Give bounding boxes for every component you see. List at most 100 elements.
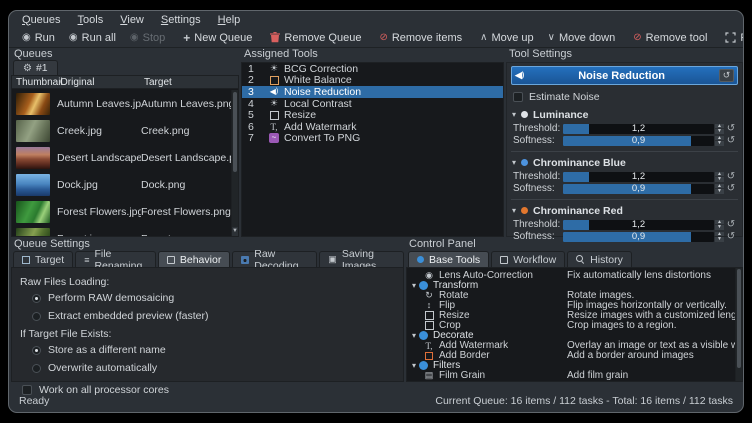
tree-item-lens-auto-correction[interactable]: ◉ Lens Auto-Correction Fix automatically… (409, 270, 742, 280)
tree-item-resize[interactable]: Resize Resize images with a customized l… (409, 310, 742, 320)
tree-item-flip[interactable]: ↕ Flip Flip images horizontally or verti… (409, 300, 742, 310)
reset-tool-button[interactable]: ↺ (719, 69, 734, 82)
radio-overwrite-automatically[interactable]: Overwrite automatically (32, 362, 395, 374)
spinbox-arrows[interactable]: ▲▼ (715, 220, 724, 230)
table-row[interactable]: Desert Landscape.jpg Desert Landscape.pn… (12, 144, 231, 171)
tab-target[interactable]: Target (13, 251, 73, 267)
reset-icon[interactable]: ↺ (724, 135, 738, 146)
status-ready: Ready (19, 395, 49, 407)
table-row[interactable]: Creek.jpg Creek.png (12, 117, 231, 144)
menu-queues[interactable]: Queues (22, 14, 61, 26)
tree-item-rotate[interactable]: ↻ Rotate Rotate images. (409, 290, 742, 300)
reset-icon[interactable]: ↺ (724, 171, 738, 182)
tab-behavior-selected[interactable]: Behavior (158, 251, 230, 267)
tab-base-tools-selected[interactable]: Base Tools (408, 251, 489, 267)
tool-label: BCG Correction (284, 63, 358, 75)
remove-items-button[interactable]: ⊘ Remove items (372, 29, 469, 47)
softness-label: Softness: (511, 135, 563, 146)
spinbox-arrows[interactable]: ▲▼ (715, 136, 724, 146)
tree-item-film-grain[interactable]: ▤ Film Grain Add film grain (409, 371, 742, 381)
watermark-icon: T, (423, 341, 435, 351)
threshold-slider[interactable]: 1,2 (563, 172, 714, 182)
noise-reduction-header: ◀ Noise Reduction ↺ (511, 66, 738, 85)
scrollbar-thumb[interactable] (233, 92, 237, 172)
tool-item-resize[interactable]: 5 Resize (242, 109, 503, 121)
spinbox-arrows[interactable]: ▲▼ (715, 184, 724, 194)
spinbox-arrows[interactable]: ▲▼ (715, 124, 724, 134)
radio-perform-raw-demosaicing[interactable]: Perform RAW demosaicing (32, 292, 395, 304)
table-row[interactable]: Forest Flowers.jpg Forest Flowers.png (12, 198, 231, 225)
menubar: Queues Tools View Settings Help (9, 11, 743, 28)
radio-extract-embedded-preview[interactable]: Extract embedded preview (faster) (32, 310, 395, 322)
tab-file-renaming[interactable]: ≡ File Renaming (75, 251, 156, 267)
tree-item-crop[interactable]: Crop Crop images to a region. (409, 320, 742, 330)
queue-tab-1[interactable]: ⚙ #1 (13, 60, 58, 75)
col-thumbnail[interactable]: Thumbnail (12, 77, 60, 88)
tab-saving-images[interactable]: ▣ Saving Images (319, 251, 404, 267)
chrominance-blue-section-header[interactable]: ▾ Chrominance Blue (512, 156, 738, 169)
tool-item-bcg-correction[interactable]: 1 ☀ BCG Correction (242, 63, 503, 75)
expander-icon[interactable]: ▾ (409, 331, 419, 340)
threshold-slider[interactable]: 1,2 (563, 124, 714, 134)
luminance-section-header[interactable]: ▾ Luminance (512, 108, 738, 121)
reset-icon[interactable]: ↺ (724, 123, 738, 134)
tool-index: 6 (248, 121, 264, 133)
expander-icon[interactable]: ▾ (409, 361, 419, 370)
run-all-button[interactable]: ◉ Run all (62, 29, 123, 47)
threshold-value: 1,2 (563, 124, 714, 134)
run-button[interactable]: ◉ Run (15, 29, 62, 47)
threshold-value: 1,2 (563, 220, 714, 230)
move-down-button[interactable]: ∨ Move down (541, 29, 623, 47)
reset-icon[interactable]: ↺ (724, 183, 738, 194)
tree-item-add-watermark[interactable]: T, Add Watermark Overlay an image or tex… (409, 341, 742, 351)
stop-button[interactable]: ◉ Stop (123, 29, 172, 47)
scrollbar-thumb[interactable] (737, 269, 741, 368)
spinbox-arrows[interactable]: ▲▼ (715, 172, 724, 182)
tool-item-add-watermark[interactable]: 6 T, Add Watermark (242, 121, 503, 133)
table-row[interactable]: Forest.jpg Forest.png (12, 225, 231, 236)
reset-icon[interactable]: ↺ (724, 219, 738, 230)
chrominance-red-section-header[interactable]: ▾ Chrominance Red (512, 204, 738, 217)
menu-help[interactable]: Help (218, 14, 241, 26)
menu-view[interactable]: View (120, 14, 144, 26)
menu-settings[interactable]: Settings (161, 14, 201, 26)
spin-down-icon: ▼ (715, 141, 724, 146)
tree-group-filters[interactable]: ▾ Filters (409, 361, 742, 371)
softness-value: 0,9 (563, 136, 714, 146)
tab-raw-decoding[interactable]: Raw Decoding (232, 251, 317, 267)
tree-group-transform[interactable]: ▾ Transform (409, 280, 742, 290)
tool-item-local-contrast[interactable]: 4 ☀ Local Contrast (242, 98, 503, 110)
move-up-button[interactable]: ∧ Move up (473, 29, 541, 47)
tree-item-add-border[interactable]: Add Border Add a border around images (409, 351, 742, 361)
radio-store-as-different-name[interactable]: Store as a different name (32, 344, 395, 356)
softness-slider[interactable]: 0,9 (563, 184, 714, 194)
col-target[interactable]: Target (144, 77, 238, 88)
softness-slider[interactable]: 0,9 (563, 136, 714, 146)
collapse-icon: ▾ (512, 110, 516, 119)
threshold-slider[interactable]: 1,2 (563, 220, 714, 230)
menu-tools[interactable]: Tools (78, 14, 104, 26)
tab-workflow[interactable]: Workflow (491, 251, 565, 267)
radio-icon (32, 312, 41, 321)
scroll-down-arrow[interactable]: ▼ (232, 227, 238, 236)
chrominance-red-threshold-row: Threshold: 1,2 ▲▼ ↺ (511, 219, 738, 230)
table-row[interactable]: Autumn Leaves.jpg Autumn Leaves.png (12, 90, 231, 117)
tool-item-white-balance[interactable]: 2 White Balance (242, 75, 503, 87)
tab-history[interactable]: History (567, 251, 632, 267)
tool-item-noise-reduction-selected[interactable]: 3 ◀ Noise Reduction (242, 86, 503, 98)
new-queue-button[interactable]: + New Queue (176, 29, 259, 47)
remove-queue-button[interactable]: Remove Queue (263, 29, 368, 47)
estimate-noise-checkbox[interactable] (513, 92, 523, 102)
tool-header-label: Noise Reduction (524, 70, 719, 82)
thumbnail-forest-flowers (16, 201, 50, 223)
tool-item-convert-to-png[interactable]: 7 ~ Convert To PNG (242, 133, 503, 145)
separator (511, 151, 738, 152)
tool-label: Noise Reduction (284, 86, 361, 98)
table-row[interactable]: Dock.jpg Dock.png (12, 171, 231, 198)
fullscreen-button[interactable]: Plein écran (718, 29, 744, 47)
tree-item-color-effects[interactable]: Color Effects Apply color effects (409, 381, 742, 382)
expander-icon[interactable]: ▾ (409, 281, 419, 290)
tree-group-decorate[interactable]: ▾ Decorate (409, 331, 742, 341)
remove-tool-button[interactable]: ⊘ Remove tool (626, 29, 714, 47)
col-original[interactable]: Original (60, 77, 144, 88)
